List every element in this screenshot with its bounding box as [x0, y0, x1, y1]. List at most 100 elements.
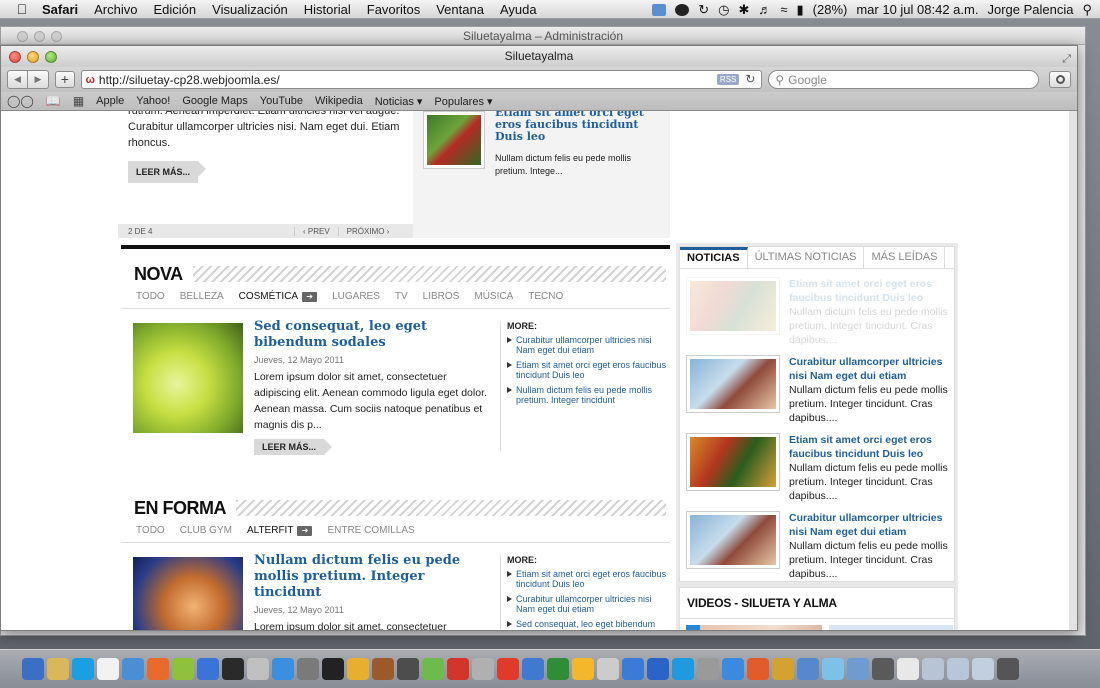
dock-app-icon[interactable]: [647, 658, 669, 680]
tab-entre-comillas[interactable]: ENTRE COMILLAS: [327, 525, 414, 536]
tab-tecno[interactable]: TECNO: [528, 291, 563, 302]
en-forma-article-title[interactable]: Nullam dictum felis eu pede mollis preti…: [254, 553, 494, 601]
dock-app-icon[interactable]: [997, 658, 1019, 680]
tab-ultimas-noticias[interactable]: ÚLTIMAS NOTICIAS: [748, 247, 865, 268]
user-name[interactable]: Jorge Palencia: [987, 2, 1073, 17]
add-bookmark-button[interactable]: +: [55, 71, 75, 88]
nova-read-more-button[interactable]: LEER MÁS...: [254, 439, 333, 455]
tab-alterfit[interactable]: ALTERFIT ➔: [247, 525, 313, 536]
dock-app-icon[interactable]: [97, 658, 119, 680]
dock-app-icon[interactable]: [722, 658, 744, 680]
bookmark-apple[interactable]: Apple: [96, 95, 124, 107]
dock-app-icon[interactable]: [22, 658, 44, 680]
news-item-title[interactable]: Curabitur ullamcorper ultricies nisi Nam…: [789, 355, 954, 383]
dock-app-icon[interactable]: [772, 658, 794, 680]
dock-app-icon[interactable]: [322, 658, 344, 680]
bookmark-yahoo[interactable]: Yahoo!: [136, 95, 170, 107]
spotlight-icon[interactable]: ⚲: [1082, 2, 1092, 18]
dock-app-icon[interactable]: [697, 658, 719, 680]
show-bookmarks-icon[interactable]: 📖: [46, 94, 61, 108]
tab-belleza[interactable]: BELLEZA: [180, 291, 224, 302]
nova-more-link[interactable]: Etiam sit amet orci eget eros faucibus t…: [507, 360, 670, 380]
news-item-title[interactable]: Curabitur ullamcorper ultricies nisi Nam…: [789, 511, 954, 539]
address-bar[interactable]: ω http://siluetay-cp28.webjoomla.es/ RSS…: [80, 70, 763, 89]
fullscreen-icon[interactable]: ⤢: [1062, 49, 1071, 70]
search-input[interactable]: ⚲ Google: [768, 70, 1040, 89]
menu-ayuda[interactable]: Ayuda: [492, 2, 545, 17]
dock-app-icon[interactable]: [297, 658, 319, 680]
url-text[interactable]: http://siluetay-cp28.webjoomla.es/: [99, 73, 280, 87]
dock-app-icon[interactable]: [397, 658, 419, 680]
dock-app-icon[interactable]: [547, 658, 569, 680]
close-window-button[interactable]: [9, 51, 21, 63]
dock-app-icon[interactable]: [122, 658, 144, 680]
bookmark-populares[interactable]: Populares ▾: [434, 95, 492, 108]
dock-app-icon[interactable]: [522, 658, 544, 680]
tab-mas-leidas[interactable]: MÁS LEÍDAS: [864, 247, 946, 268]
menu-app-safari[interactable]: Safari: [34, 2, 86, 17]
dock-app-icon[interactable]: [797, 658, 819, 680]
slider-read-more-button[interactable]: LEER MÁS...: [128, 161, 207, 183]
en-forma-more-link[interactable]: Curabitur ullamcorper ultricies nisi Nam…: [507, 594, 670, 614]
dock-app-icon[interactable]: [472, 658, 494, 680]
news-thumbnail[interactable]: [686, 355, 780, 413]
battery-icon[interactable]: ▮: [797, 2, 804, 18]
news-item[interactable]: Etiam sit amet orci eget eros faucibus t…: [680, 425, 954, 503]
dock-app-icon[interactable]: [372, 658, 394, 680]
singer-image[interactable]: [133, 557, 243, 630]
slider-prev-button[interactable]: ‹ PREV: [294, 226, 338, 236]
en-forma-more-link[interactable]: Sed consequat, leo eget bibendum sodales: [507, 619, 670, 630]
news-item[interactable]: Curabitur ullamcorper ultricies nisi Nam…: [680, 503, 954, 581]
dock-app-icon[interactable]: [347, 658, 369, 680]
slider-side-title[interactable]: Etiam sit amet orci eget eros faucibus t…: [495, 111, 645, 143]
dock-app-icon[interactable]: [272, 658, 294, 680]
dock-app-icon[interactable]: [72, 658, 94, 680]
nova-article-title[interactable]: Sed consequat, leo eget bibendum sodales: [254, 319, 494, 351]
bookmark-noticias[interactable]: Noticias ▾: [375, 95, 423, 108]
dock-app-icon[interactable]: [847, 658, 869, 680]
dock-app-icon[interactable]: [172, 658, 194, 680]
reading-list-icon[interactable]: ◯◯: [7, 94, 34, 108]
news-item[interactable]: Etiam sit amet orci eget eros faucibus t…: [680, 269, 954, 347]
dock-app-icon[interactable]: [822, 658, 844, 680]
news-item-title[interactable]: Etiam sit amet orci eget eros faucibus t…: [789, 277, 954, 305]
menu-archivo[interactable]: Archivo: [86, 2, 145, 17]
menu-favoritos[interactable]: Favoritos: [359, 2, 428, 17]
nova-more-link[interactable]: Nullam dictum felis eu pede mollis preti…: [507, 385, 670, 405]
back-button[interactable]: ◀: [8, 71, 28, 88]
menu-edicion[interactable]: Edición: [146, 2, 205, 17]
dock-app-icon[interactable]: [672, 658, 694, 680]
tab-tv[interactable]: TV: [395, 291, 408, 302]
apple-menu-icon[interactable]: : [10, 1, 34, 17]
tab-libros[interactable]: LIBROS: [423, 291, 460, 302]
top-sites-icon[interactable]: ▦: [73, 94, 84, 108]
bluetooth-icon[interactable]: ✱: [738, 2, 749, 18]
slider-side-item[interactable]: Etiam sit amet orci eget eros faucibus t…: [413, 111, 670, 238]
page-menu-button[interactable]: [1049, 71, 1071, 88]
dock-app-icon[interactable]: [872, 658, 894, 680]
slider-thumbnail[interactable]: [423, 111, 485, 169]
dock-app-icon[interactable]: [447, 658, 469, 680]
dock-app-icon[interactable]: [622, 658, 644, 680]
dock-app-icon[interactable]: [247, 658, 269, 680]
reload-icon[interactable]: ↻: [745, 72, 755, 86]
menu-ventana[interactable]: Ventana: [428, 2, 492, 17]
news-item-title[interactable]: Etiam sit amet orci eget eros faucibus t…: [789, 433, 954, 461]
tab-cosmetica[interactable]: COSMÉTICA ➔: [239, 291, 318, 302]
bookmark-youtube[interactable]: YouTube: [260, 95, 303, 107]
tab-lugares[interactable]: LUGARES: [332, 291, 380, 302]
dock-app-icon[interactable]: [47, 658, 69, 680]
video-thumbnail[interactable]: [686, 625, 822, 630]
clock[interactable]: mar 10 jul 08:42 a.m.: [856, 2, 978, 17]
lemonade-image[interactable]: [133, 323, 243, 433]
wifi-icon[interactable]: ≈: [780, 2, 787, 17]
time-machine-icon[interactable]: ◷: [718, 2, 729, 18]
dock-app-icon[interactable]: [147, 658, 169, 680]
tab-noticias[interactable]: NOTICIAS: [680, 247, 748, 268]
video-thumbnail[interactable]: [829, 625, 953, 630]
dock-app-icon[interactable]: [597, 658, 619, 680]
dock-app-icon[interactable]: [497, 658, 519, 680]
rss-button[interactable]: RSS: [716, 74, 740, 85]
dock-app-icon[interactable]: [222, 658, 244, 680]
news-item[interactable]: Curabitur ullamcorper ultricies nisi Nam…: [680, 347, 954, 425]
